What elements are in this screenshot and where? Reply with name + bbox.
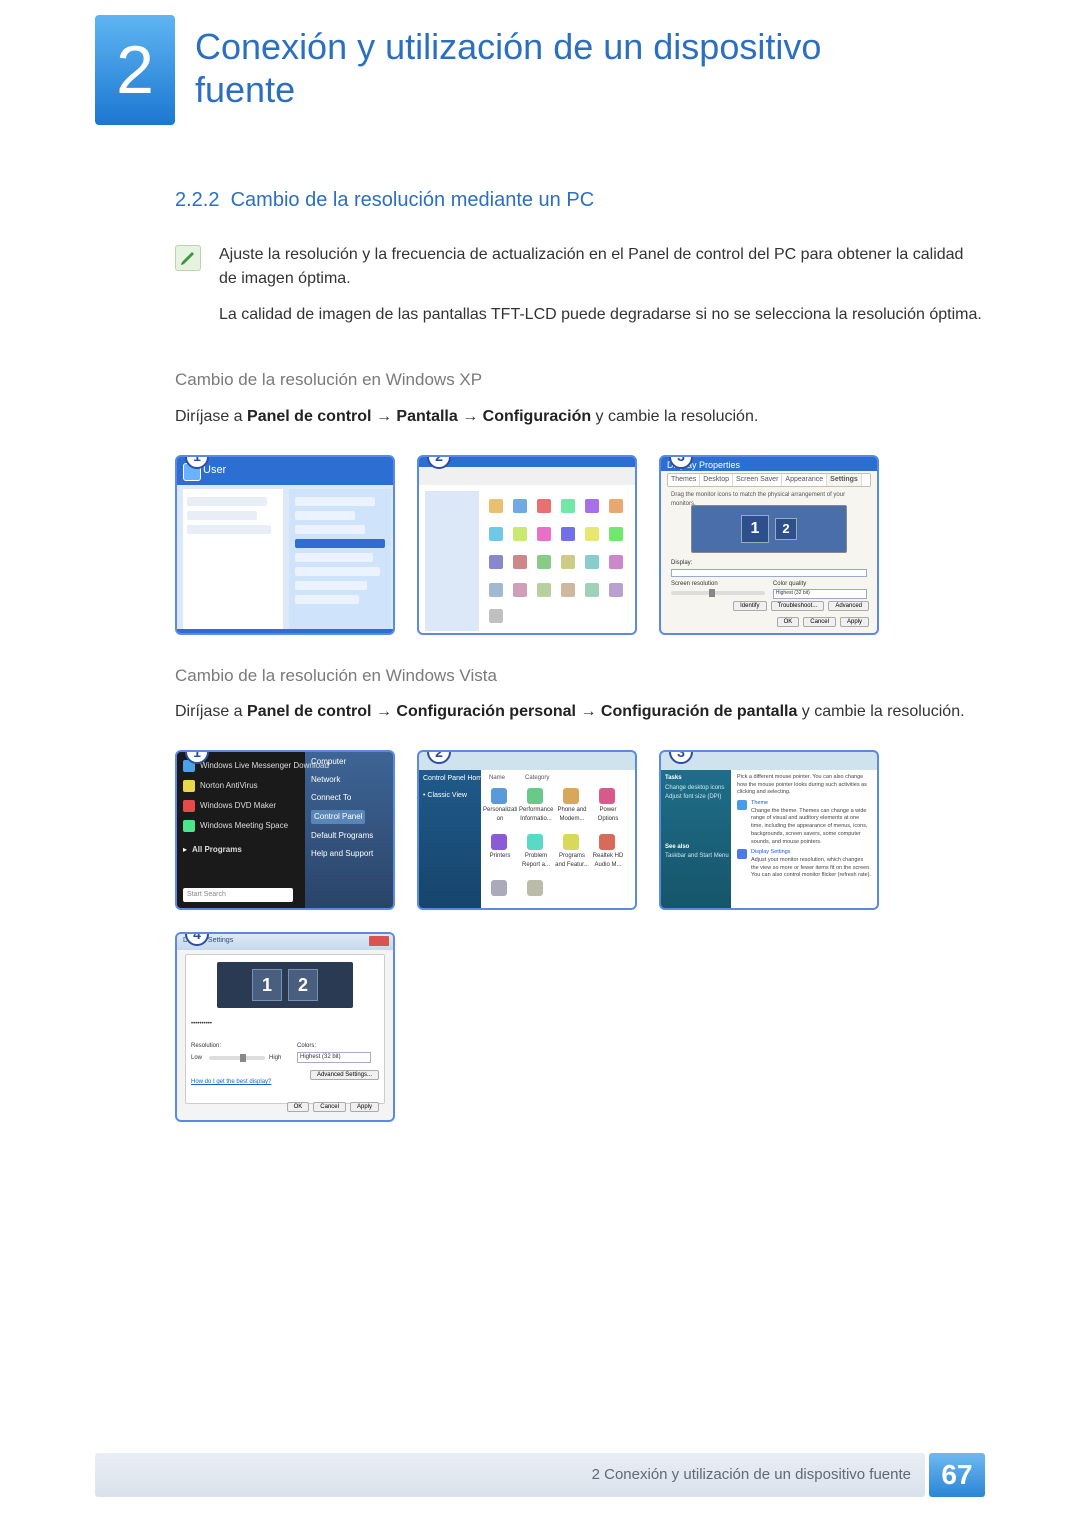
- arrow-icon: →: [462, 408, 478, 425]
- search-input: Start Search: [183, 888, 293, 902]
- vista-shot-1-start-menu: 1 Windows Live Messenger Download Norton…: [175, 750, 395, 910]
- monitor-1-icon: 1: [252, 969, 282, 1001]
- vista4-title: Display Settings: [177, 934, 393, 950]
- xp3-ok-cancel: OK Cancel Apply: [777, 617, 869, 627]
- troubleshoot-button: Troubleshoot...: [771, 601, 825, 611]
- vista3-body: Pick a different mouse pointer. You can …: [737, 774, 871, 883]
- page-footer: 2 Conexión y utilización de un dispositi…: [95, 1453, 985, 1497]
- monitor-2-icon: 2: [775, 518, 797, 540]
- xp-shot-1-start-menu: 1: [175, 455, 395, 635]
- ok-button: OK: [287, 1102, 310, 1112]
- section-number: 2.2.2: [175, 189, 219, 211]
- vista-screenshots-row1: 1 Windows Live Messenger Download Norton…: [175, 750, 985, 910]
- identify-button: Identify: [733, 601, 766, 611]
- note-p1: Ajuste la resolución y la frecuencia de …: [219, 243, 985, 291]
- step-badge: 1: [185, 455, 209, 469]
- advanced-settings-button: Advanced Settings...: [310, 1070, 379, 1080]
- monitor-2-icon: 2: [288, 969, 318, 1001]
- display-help-link: How do I get the best display?: [191, 1078, 271, 1087]
- note-block: Ajuste la resolución y la frecuencia de …: [175, 243, 985, 339]
- vista-shot-2-control-panel: 2 Control Panel Home • Classic View Name…: [417, 750, 637, 910]
- vista4-monitor-arrangement: 1 2: [217, 962, 353, 1008]
- close-icon: [369, 936, 389, 946]
- arrow-icon: →: [376, 703, 392, 720]
- note-text: Ajuste la resolución y la frecuencia de …: [219, 243, 985, 339]
- footer-text: 2 Conexión y utilización de un dispositi…: [95, 1453, 925, 1497]
- xp-subhead: Cambio de la resolución en Windows XP: [175, 367, 985, 393]
- monitor-1-icon: 1: [741, 515, 769, 543]
- cancel-button: Cancel: [803, 617, 836, 627]
- advanced-button: Advanced: [828, 601, 869, 611]
- apply-button: Apply: [840, 617, 869, 627]
- xp3-fields: Display: Screen resolution Color quality…: [671, 559, 867, 601]
- vista-path: Diríjase a Panel de control → Configurac…: [175, 700, 985, 724]
- chapter-title: Conexión y utilización de un dispositivo…: [195, 25, 915, 111]
- vista-shot-4-display-settings: 4 Display Settings 1 2 •••••••••• Resolu…: [175, 932, 395, 1122]
- vista3-sidebar: Tasks Change desktop icons Adjust font s…: [665, 774, 729, 862]
- step-badge: 2: [427, 455, 451, 469]
- xp-shot-2-control-panel: 2: [417, 455, 637, 635]
- vista2-sidebar: Control Panel Home • Classic View: [423, 774, 486, 801]
- chapter-header: 2 Conexión y utilización de un dispositi…: [0, 0, 1080, 125]
- xp3-tabs: ThemesDesktopScreen SaverAppearanceSetti…: [667, 473, 871, 487]
- note-icon: [175, 245, 201, 271]
- step-badge: 2: [427, 750, 451, 764]
- cancel-button: Cancel: [313, 1102, 346, 1112]
- section-heading: 2.2.2 Cambio de la resolución mediante u…: [175, 185, 985, 215]
- xp-shot-3-display-properties: 3 Display Properties ThemesDesktopScreen…: [659, 455, 879, 635]
- chapter-number-badge: 2: [95, 15, 175, 125]
- xp-path: Diríjase a Panel de control → Pantalla →…: [175, 405, 985, 429]
- note-p2: La calidad de imagen de las pantallas TF…: [219, 303, 985, 327]
- xp3-dialog-buttons: Identify Troubleshoot... Advanced: [733, 601, 869, 611]
- arrow-icon: →: [376, 408, 392, 425]
- step-badge: 3: [669, 750, 693, 764]
- page-number: 67: [929, 1453, 985, 1497]
- vista-screenshots-row2: 4 Display Settings 1 2 •••••••••• Resolu…: [175, 932, 985, 1122]
- arrow-icon: →: [580, 703, 596, 720]
- content-area: 2.2.2 Cambio de la resolución mediante u…: [0, 125, 1080, 1122]
- ok-button: OK: [777, 617, 800, 627]
- section-title-text: Cambio de la resolución mediante un PC: [231, 189, 595, 211]
- xp-screenshots: 1 2: [175, 455, 985, 635]
- vista-subhead: Cambio de la resolución en Windows Vista: [175, 663, 985, 689]
- apply-button: Apply: [350, 1102, 379, 1112]
- xp3-monitor-arrangement: 1 2: [691, 505, 847, 553]
- vista-shot-3-personalization: 3 Tasks Change desktop icons Adjust font…: [659, 750, 879, 910]
